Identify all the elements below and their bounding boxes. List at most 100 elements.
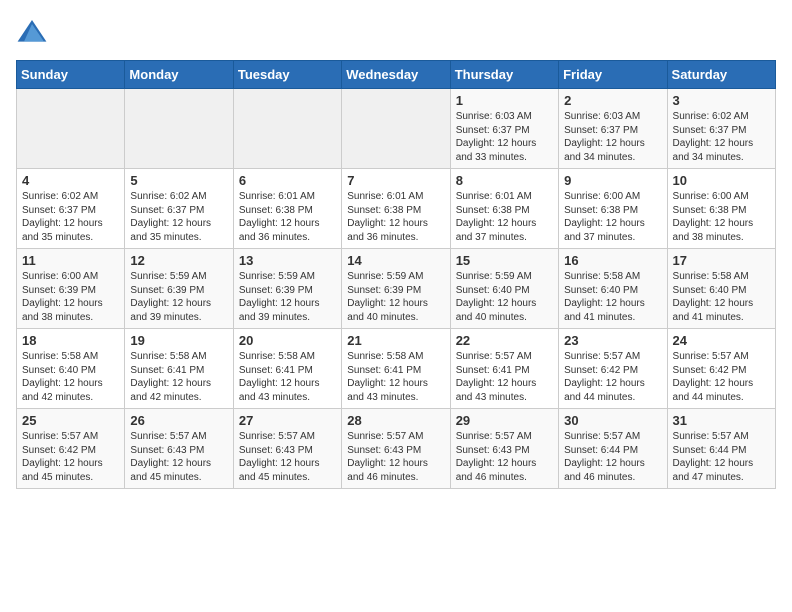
- cell-info: Sunrise: 5:59 AM Sunset: 6:39 PM Dayligh…: [239, 270, 336, 324]
- cell-info: Sunrise: 5:57 AM Sunset: 6:42 PM Dayligh…: [22, 430, 119, 484]
- cell-info: Sunrise: 5:58 AM Sunset: 6:41 PM Dayligh…: [130, 350, 227, 404]
- calendar-cell: [342, 89, 450, 169]
- cell-info: Sunrise: 5:58 AM Sunset: 6:41 PM Dayligh…: [347, 350, 444, 404]
- calendar-cell: 10Sunrise: 6:00 AM Sunset: 6:38 PM Dayli…: [667, 169, 775, 249]
- cell-info: Sunrise: 6:03 AM Sunset: 6:37 PM Dayligh…: [456, 110, 553, 164]
- day-number: 20: [239, 333, 336, 348]
- calendar-cell: 27 Sunrise: 5:57 AM Sunset: 6:43 PM Dayli…: [233, 409, 341, 489]
- day-header-thursday: Thursday: [450, 61, 558, 89]
- day-number: 4: [22, 173, 119, 188]
- cell-info: Sunrise: 5:57 AM Sunset: 6:43 PM Dayligh…: [347, 430, 444, 484]
- calendar-cell: 11 Sunrise: 6:00 AM Sunset: 6:39 PM Dayli…: [17, 249, 125, 329]
- logo: [16, 16, 52, 48]
- calendar-cell: 3Sunrise: 6:02 AM Sunset: 6:37 PM Daylig…: [667, 89, 775, 169]
- calendar-cell: 14 Sunrise: 5:59 AM Sunset: 6:39 PM Dayli…: [342, 249, 450, 329]
- day-header-friday: Friday: [559, 61, 667, 89]
- cell-info: Sunrise: 5:58 AM Sunset: 6:40 PM Dayligh…: [564, 270, 661, 324]
- cell-info: Sunrise: 5:58 AM Sunset: 6:40 PM Dayligh…: [22, 350, 119, 404]
- day-number: 23: [564, 333, 661, 348]
- day-number: 10: [673, 173, 770, 188]
- week-row-4: 25 Sunrise: 5:57 AM Sunset: 6:42 PM Dayli…: [17, 409, 776, 489]
- calendar-cell: 25 Sunrise: 5:57 AM Sunset: 6:42 PM Dayli…: [17, 409, 125, 489]
- day-number: 21: [347, 333, 444, 348]
- day-number: 15: [456, 253, 553, 268]
- cell-info: Sunrise: 6:02 AM Sunset: 6:37 PM Dayligh…: [130, 190, 227, 244]
- cell-info: Sunrise: 5:57 AM Sunset: 6:44 PM Dayligh…: [564, 430, 661, 484]
- calendar-cell: 17Sunrise: 5:58 AM Sunset: 6:40 PM Dayli…: [667, 249, 775, 329]
- calendar-cell: 19 Sunrise: 5:58 AM Sunset: 6:41 PM Dayli…: [125, 329, 233, 409]
- calendar-cell: [17, 89, 125, 169]
- cell-info: Sunrise: 5:57 AM Sunset: 6:42 PM Dayligh…: [673, 350, 770, 404]
- day-number: 6: [239, 173, 336, 188]
- day-number: 5: [130, 173, 227, 188]
- day-header-saturday: Saturday: [667, 61, 775, 89]
- day-headers-row: SundayMondayTuesdayWednesdayThursdayFrid…: [17, 61, 776, 89]
- calendar-cell: 6 Sunrise: 6:01 AM Sunset: 6:38 PM Daylig…: [233, 169, 341, 249]
- day-number: 31: [673, 413, 770, 428]
- calendar-cell: 24 Sunrise: 5:57 AM Sunset: 6:42 PM Dayli…: [667, 329, 775, 409]
- calendar-cell: 9 Sunrise: 6:00 AM Sunset: 6:38 PM Daylig…: [559, 169, 667, 249]
- calendar-cell: 12 Sunrise: 5:59 AM Sunset: 6:39 PM Dayli…: [125, 249, 233, 329]
- cell-info: Sunrise: 6:00 AM Sunset: 6:39 PM Dayligh…: [22, 270, 119, 324]
- day-number: 11: [22, 253, 119, 268]
- day-header-monday: Monday: [125, 61, 233, 89]
- day-number: 16: [564, 253, 661, 268]
- day-number: 2: [564, 93, 661, 108]
- calendar-cell: 7 Sunrise: 6:01 AM Sunset: 6:38 PM Daylig…: [342, 169, 450, 249]
- day-header-sunday: Sunday: [17, 61, 125, 89]
- cell-info: Sunrise: 5:58 AM Sunset: 6:41 PM Dayligh…: [239, 350, 336, 404]
- day-number: 1: [456, 93, 553, 108]
- calendar-cell: 1 Sunrise: 6:03 AM Sunset: 6:37 PM Daylig…: [450, 89, 558, 169]
- cell-info: Sunrise: 6:03 AM Sunset: 6:37 PM Dayligh…: [564, 110, 661, 164]
- cell-info: Sunrise: 6:01 AM Sunset: 6:38 PM Dayligh…: [239, 190, 336, 244]
- calendar-cell: 13 Sunrise: 5:59 AM Sunset: 6:39 PM Dayli…: [233, 249, 341, 329]
- calendar-cell: 29Sunrise: 5:57 AM Sunset: 6:43 PM Dayli…: [450, 409, 558, 489]
- calendar-cell: 16 Sunrise: 5:58 AM Sunset: 6:40 PM Dayli…: [559, 249, 667, 329]
- calendar-cell: 23 Sunrise: 5:57 AM Sunset: 6:42 PM Dayli…: [559, 329, 667, 409]
- calendar-cell: 4Sunrise: 6:02 AM Sunset: 6:37 PM Daylig…: [17, 169, 125, 249]
- cell-info: Sunrise: 5:59 AM Sunset: 6:40 PM Dayligh…: [456, 270, 553, 324]
- cell-info: Sunrise: 6:01 AM Sunset: 6:38 PM Dayligh…: [456, 190, 553, 244]
- cell-info: Sunrise: 5:57 AM Sunset: 6:44 PM Dayligh…: [673, 430, 770, 484]
- day-number: 22: [456, 333, 553, 348]
- day-number: 27: [239, 413, 336, 428]
- day-number: 13: [239, 253, 336, 268]
- cell-info: Sunrise: 5:57 AM Sunset: 6:42 PM Dayligh…: [564, 350, 661, 404]
- logo-icon: [16, 16, 48, 48]
- cell-info: Sunrise: 5:59 AM Sunset: 6:39 PM Dayligh…: [130, 270, 227, 324]
- calendar-cell: 28 Sunrise: 5:57 AM Sunset: 6:43 PM Dayli…: [342, 409, 450, 489]
- calendar-cell: [125, 89, 233, 169]
- day-number: 17: [673, 253, 770, 268]
- week-row-1: 4 Sunrise: 6:02 AM Sunset: 6:37 PM Daylig…: [17, 169, 776, 249]
- calendar-cell: 18Sunrise: 5:58 AM Sunset: 6:40 PM Dayli…: [17, 329, 125, 409]
- cell-info: Sunrise: 6:01 AM Sunset: 6:38 PM Dayligh…: [347, 190, 444, 244]
- cell-info: Sunrise: 5:57 AM Sunset: 6:43 PM Dayligh…: [239, 430, 336, 484]
- cell-info: Sunrise: 5:57 AM Sunset: 6:41 PM Dayligh…: [456, 350, 553, 404]
- day-number: 25: [22, 413, 119, 428]
- calendar-cell: 5 Sunrise: 6:02 AM Sunset: 6:37 PM Daylig…: [125, 169, 233, 249]
- day-number: 9: [564, 173, 661, 188]
- day-number: 24: [673, 333, 770, 348]
- calendar-cell: 15 Sunrise: 5:59 AM Sunset: 6:40 PM Dayli…: [450, 249, 558, 329]
- day-number: 3: [673, 93, 770, 108]
- week-row-0: 1 Sunrise: 6:03 AM Sunset: 6:37 PM Daylig…: [17, 89, 776, 169]
- day-number: 7: [347, 173, 444, 188]
- calendar-cell: 26Sunrise: 5:57 AM Sunset: 6:43 PM Dayli…: [125, 409, 233, 489]
- week-row-3: 18Sunrise: 5:58 AM Sunset: 6:40 PM Dayli…: [17, 329, 776, 409]
- calendar-cell: 31 Sunrise: 5:57 AM Sunset: 6:44 PM Dayli…: [667, 409, 775, 489]
- day-number: 19: [130, 333, 227, 348]
- calendar-cell: 20 Sunrise: 5:58 AM Sunset: 6:41 PM Dayli…: [233, 329, 341, 409]
- day-number: 30: [564, 413, 661, 428]
- calendar-cell: 21 Sunrise: 5:58 AM Sunset: 6:41 PM Dayli…: [342, 329, 450, 409]
- day-number: 14: [347, 253, 444, 268]
- cell-info: Sunrise: 5:59 AM Sunset: 6:39 PM Dayligh…: [347, 270, 444, 324]
- day-number: 29: [456, 413, 553, 428]
- cell-info: Sunrise: 5:57 AM Sunset: 6:43 PM Dayligh…: [130, 430, 227, 484]
- day-number: 28: [347, 413, 444, 428]
- day-number: 12: [130, 253, 227, 268]
- calendar-cell: 2 Sunrise: 6:03 AM Sunset: 6:37 PM Daylig…: [559, 89, 667, 169]
- calendar-cell: 8 Sunrise: 6:01 AM Sunset: 6:38 PM Daylig…: [450, 169, 558, 249]
- day-number: 8: [456, 173, 553, 188]
- cell-info: Sunrise: 6:00 AM Sunset: 6:38 PM Dayligh…: [564, 190, 661, 244]
- calendar-cell: 30 Sunrise: 5:57 AM Sunset: 6:44 PM Dayli…: [559, 409, 667, 489]
